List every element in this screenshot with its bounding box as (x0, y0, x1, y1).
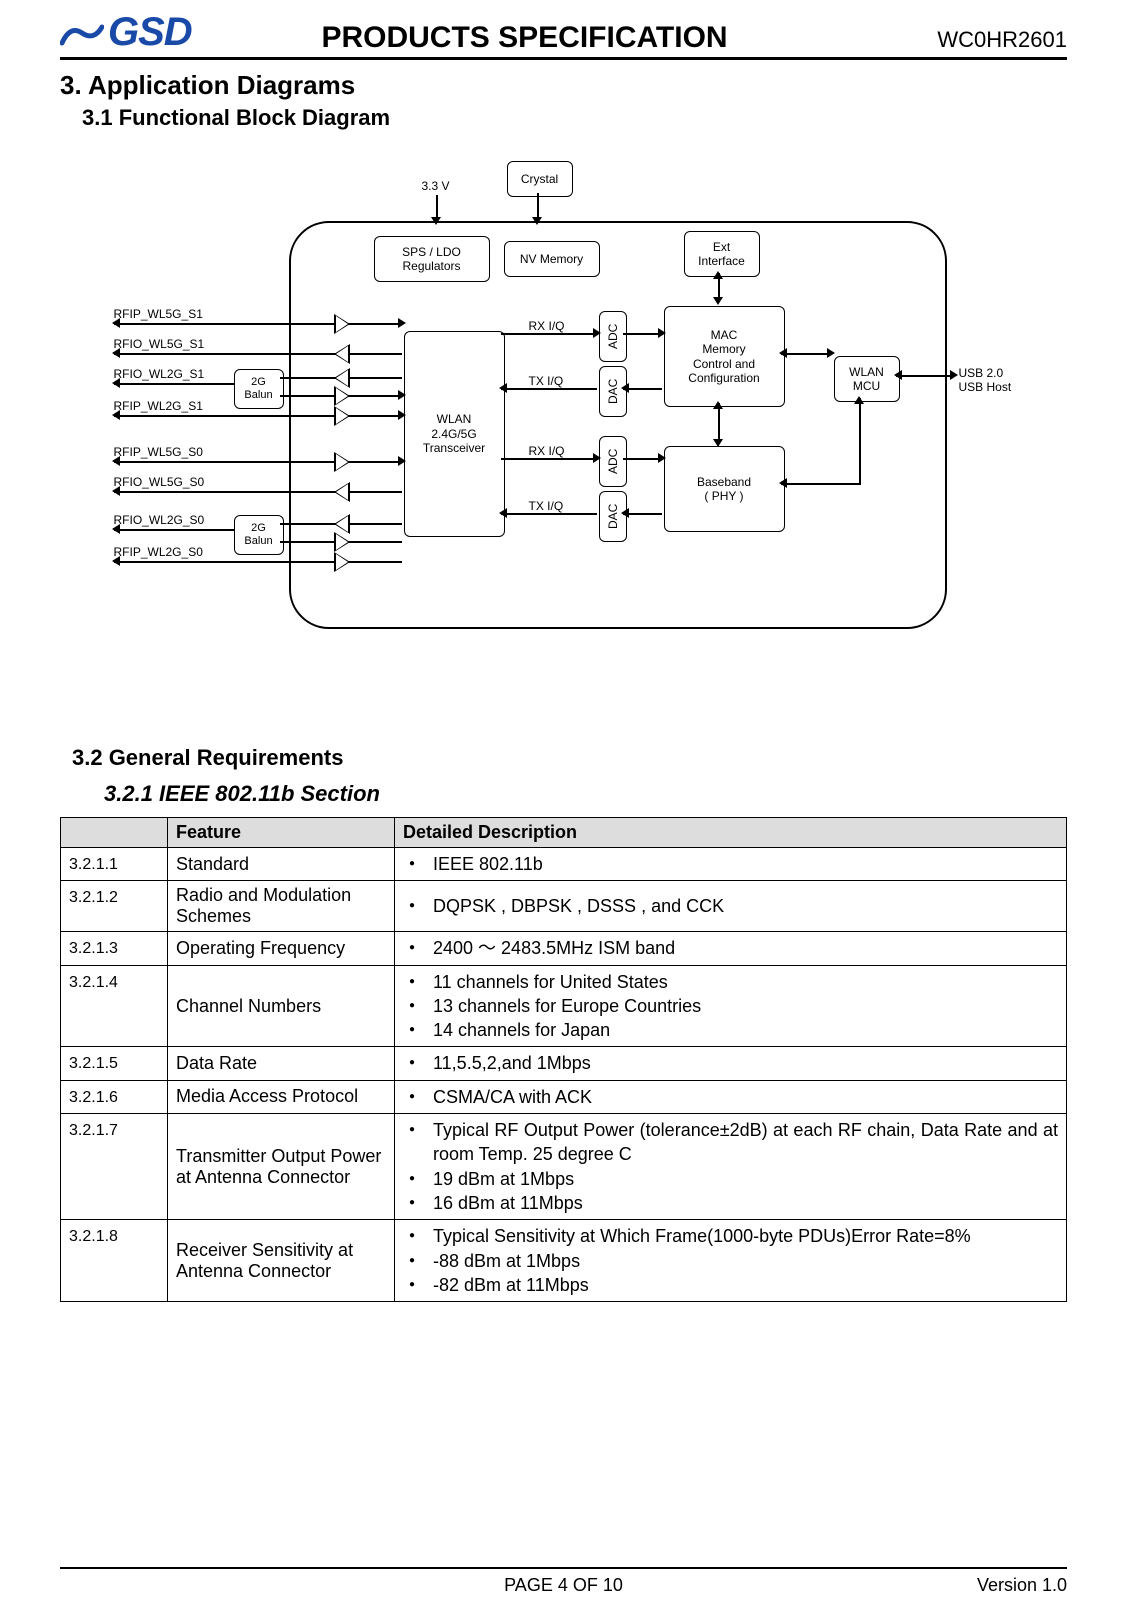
row-id: 3.2.1.2 (61, 881, 168, 932)
rf-a: RFIP_WL5G_S1 (114, 307, 203, 321)
page-header: GSD PRODUCTS SPECIFICATION WC0HR2601 (60, 10, 1067, 60)
block-diagram: 3.3 V Crystal SPS / LDO Regulators NV Me… (114, 161, 1014, 661)
row-feature: Media Access Protocol (168, 1080, 395, 1113)
bullet-item: -88 dBm at 1Mbps (403, 1249, 1058, 1273)
rf-f: RFIO_WL5G_S0 (114, 475, 205, 489)
row-feature: Radio and Modulation Schemes (168, 881, 395, 932)
label-rxiq-1: RX I/Q (529, 319, 565, 333)
block-sps-ldo: SPS / LDO Regulators (374, 236, 490, 282)
bullet-item: 13 channels for Europe Countries (403, 994, 1058, 1018)
part-number: WC0HR2601 (937, 27, 1067, 55)
rf-c: RFIO_WL2G_S1 (114, 367, 205, 381)
page-number: PAGE 4 OF 10 (396, 1575, 732, 1596)
rf-h: RFIP_WL2G_S0 (114, 545, 203, 559)
label-txiq-2: TX I/Q (529, 499, 564, 513)
bullet-item: 19 dBm at 1Mbps (403, 1167, 1058, 1191)
bullet-item: 11 channels for United States (403, 970, 1058, 994)
row-description: DQPSK , DBPSK , DSSS , and CCK (395, 881, 1067, 932)
bullet-item: Typical Sensitivity at Which Frame(1000-… (403, 1224, 1058, 1248)
table-row: 3.2.1.7Transmitter Output Power at Anten… (61, 1114, 1067, 1220)
rf-g: RFIO_WL2G_S0 (114, 513, 205, 527)
row-description: CSMA/CA with ACK (395, 1080, 1067, 1113)
row-feature: Transmitter Output Power at Antenna Conn… (168, 1114, 395, 1220)
row-feature: Data Rate (168, 1047, 395, 1080)
requirements-table: Feature Detailed Description 3.2.1.1Stan… (60, 817, 1067, 1302)
table-row: 3.2.1.2Radio and Modulation Schemes DQPSK… (61, 881, 1067, 932)
row-id: 3.2.1.1 (61, 848, 168, 881)
label-3v3: 3.3 V (422, 179, 450, 193)
doc-title: PRODUCTS SPECIFICATION (112, 21, 938, 55)
row-id: 3.2.1.3 (61, 932, 168, 965)
row-feature: Channel Numbers (168, 965, 395, 1047)
row-description: 11 channels for United States13 channels… (395, 965, 1067, 1047)
block-baseband: Baseband ( PHY ) (664, 446, 785, 532)
page-footer: PAGE 4 OF 10 Version 1.0 (60, 1567, 1067, 1596)
row-description: Typical RF Output Power (tolerance±2dB) … (395, 1114, 1067, 1220)
table-row: 3.2.1.6Media Access Protocol CSMA/CA with… (61, 1080, 1067, 1113)
row-id: 3.2.1.4 (61, 965, 168, 1047)
row-id: 3.2.1.5 (61, 1047, 168, 1080)
label-rxiq-2: RX I/Q (529, 444, 565, 458)
block-adc-1: ADC (599, 311, 627, 362)
bullet-item: -82 dBm at 11Mbps (403, 1273, 1058, 1297)
row-feature: Operating Frequency (168, 932, 395, 965)
bullet-item: Typical RF Output Power (tolerance±2dB) … (403, 1118, 1058, 1167)
row-feature: Receiver Sensitivity at Antenna Connecto… (168, 1220, 395, 1302)
block-crystal: Crystal (507, 161, 573, 197)
table-row: 3.2.1.8Receiver Sensitivity at Antenna C… (61, 1220, 1067, 1302)
version-label: Version 1.0 (731, 1575, 1067, 1596)
row-description: 11,5.5,2,and 1Mbps (395, 1047, 1067, 1080)
rf-d: RFIP_WL2G_S1 (114, 399, 203, 413)
block-nv-memory: NV Memory (504, 241, 600, 277)
table-row: 3.2.1.5Data Rate 11,5.5,2,and 1Mbps (61, 1047, 1067, 1080)
bullet-item: 16 dBm at 11Mbps (403, 1191, 1058, 1215)
bullet-item: CSMA/CA with ACK (403, 1085, 1058, 1109)
block-mac: MAC Memory Control and Configuration (664, 306, 785, 407)
block-wlan-mcu: WLAN MCU (834, 356, 900, 402)
row-description: IEEE 802.11b (395, 848, 1067, 881)
rf-b: RFIO_WL5G_S1 (114, 337, 205, 351)
bullet-item: 14 channels for Japan (403, 1018, 1058, 1042)
table-row: 3.2.1.3Operating Frequency 2400 ～ 2483.5M… (61, 932, 1067, 965)
row-id: 3.2.1.6 (61, 1080, 168, 1113)
row-id: 3.2.1.7 (61, 1114, 168, 1220)
bullet-item: 2400 ～ 2483.5MHz ISM band (403, 936, 1058, 960)
block-transceiver: WLAN 2.4G/5G Transceiver (404, 331, 505, 537)
section-3-1-heading: 3.1 Functional Block Diagram (82, 105, 1067, 131)
rf-e: RFIP_WL5G_S0 (114, 445, 203, 459)
bullet-item: IEEE 802.11b (403, 852, 1058, 876)
row-description: Typical Sensitivity at Which Frame(1000-… (395, 1220, 1067, 1302)
label-txiq-1: TX I/Q (529, 374, 564, 388)
section-3-heading: 3. Application Diagrams (60, 70, 1067, 101)
table-row: 3.2.1.4Channel Numbers11 channels for Un… (61, 965, 1067, 1047)
label-usb: USB 2.0 USB Host (959, 366, 1012, 394)
section-3-2-heading: 3.2 General Requirements (72, 745, 1067, 771)
table-row: 3.2.1.1Standard IEEE 802.11b (61, 848, 1067, 881)
col-description: Detailed Description (395, 818, 1067, 848)
row-feature: Standard (168, 848, 395, 881)
block-adc-2: ADC (599, 436, 627, 487)
swoosh-icon (60, 18, 104, 48)
block-balun-1: 2G Balun (234, 369, 284, 409)
row-id: 3.2.1.8 (61, 1220, 168, 1302)
section-3-2-1-heading: 3.2.1 IEEE 802.11b Section (104, 781, 1067, 807)
row-description: 2400 ～ 2483.5MHz ISM band (395, 932, 1067, 965)
bullet-item: DQPSK , DBPSK , DSSS , and CCK (403, 894, 1058, 918)
bullet-item: 11,5.5,2,and 1Mbps (403, 1051, 1058, 1075)
block-balun-2: 2G Balun (234, 515, 284, 555)
col-feature: Feature (168, 818, 395, 848)
